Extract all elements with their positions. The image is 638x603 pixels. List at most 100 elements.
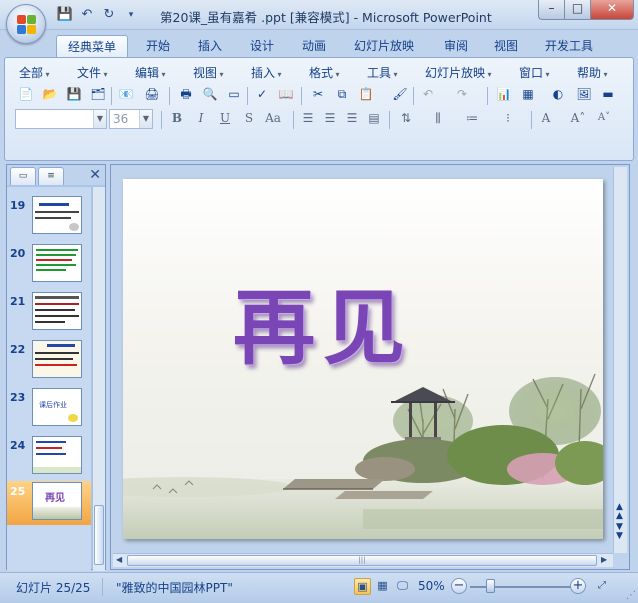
close-button[interactable]: ✕	[590, 0, 634, 20]
save-icon[interactable]: 💾	[65, 85, 83, 103]
print-icon[interactable]: 🖶	[177, 85, 195, 103]
undo-icon[interactable]: ↶	[78, 6, 96, 24]
zoom-level[interactable]: 50%	[418, 579, 445, 593]
outline-tab[interactable]: ≡	[38, 167, 64, 185]
tab-animation[interactable]: 动画	[292, 35, 336, 58]
save-icon[interactable]: 💾	[56, 6, 74, 24]
tab-slideshow[interactable]: 幻灯片放映	[348, 35, 420, 58]
slide-sorter-view-icon[interactable]: ▦	[374, 578, 391, 595]
zoom-slider-thumb[interactable]	[486, 579, 495, 593]
scroll-right-icon[interactable]: ▶	[601, 555, 607, 564]
slide-thumbnail[interactable]: 22	[7, 339, 91, 383]
menu-help[interactable]: 帮助	[577, 64, 608, 81]
align-center-icon[interactable]: ☰	[321, 109, 339, 127]
chart-icon[interactable]: 📊	[495, 85, 513, 103]
editor-vertical-scrollbar[interactable]: ▲ ▲ ▼ ▼	[613, 167, 627, 553]
tab-view[interactable]: 视图	[484, 35, 528, 58]
maximize-button[interactable]: □	[564, 0, 590, 20]
align-left-icon[interactable]: ☰	[299, 109, 317, 127]
prev-slide-icon[interactable]: ▲ ▲	[616, 503, 623, 521]
slide-thumbnail[interactable]: 20	[7, 243, 91, 287]
menu-format[interactable]: 格式	[309, 64, 340, 81]
menu-all[interactable]: 全部	[19, 64, 50, 81]
normal-view-icon[interactable]: ▣	[354, 578, 371, 595]
email-icon[interactable]: 📧	[117, 85, 135, 103]
office-logo-icon	[17, 15, 37, 35]
menu-view[interactable]: 视图	[193, 64, 224, 81]
format-painter-icon[interactable]: 🖌	[391, 85, 409, 103]
undo-icon[interactable]: ↶	[419, 85, 437, 103]
bullets-icon[interactable]: ⁝	[499, 109, 517, 127]
formatting-toolbar: ▼ 36 ▼ B I U S Aa ☰ ☰ ☰ ▤ ⇅ ⫼ ≔ ⁝ A A˄ A…	[5, 109, 633, 131]
slide-thumbnail-active[interactable]: 25 再见	[7, 481, 91, 525]
close-icon[interactable]: ✕	[89, 167, 101, 183]
redo-icon[interactable]: ↷	[453, 85, 471, 103]
font-size-combo[interactable]: 36 ▼	[109, 109, 153, 129]
font-color-icon[interactable]: A	[537, 109, 555, 127]
customize-qat-icon[interactable]: ▾	[122, 6, 140, 24]
menu-window[interactable]: 窗口	[519, 64, 550, 81]
table-icon[interactable]: ▦	[519, 85, 537, 103]
scroll-left-icon[interactable]: ◀	[116, 555, 122, 564]
menu-file[interactable]: 文件	[77, 64, 108, 81]
menu-tools[interactable]: 工具	[367, 64, 398, 81]
shadow-button[interactable]: S	[239, 109, 259, 127]
grow-font-icon[interactable]: A˄	[569, 109, 587, 127]
zoom-out-icon[interactable]: −	[451, 578, 467, 594]
italic-button[interactable]: I	[191, 109, 211, 127]
editor-horizontal-scrollbar[interactable]: ◀ ||| ▶	[113, 553, 613, 567]
slides-tab[interactable]: ▭	[10, 167, 36, 185]
cut-icon[interactable]: ✂	[309, 85, 327, 103]
change-case-button[interactable]: Aa	[261, 109, 285, 127]
zoom-in-icon[interactable]: +	[570, 578, 586, 594]
research-icon[interactable]: 📖	[277, 85, 295, 103]
color-grayscale-icon[interactable]: ◐	[549, 85, 567, 103]
scrollbar-thumb[interactable]: |||	[127, 555, 597, 566]
slide-thumbnail[interactable]: 23 课后作业	[7, 387, 91, 431]
tab-review[interactable]: 审阅	[434, 35, 478, 58]
resize-grip-icon[interactable]: ⋰	[626, 590, 636, 601]
bold-button[interactable]: B	[167, 109, 187, 127]
copy-icon[interactable]: ⧉	[333, 85, 351, 103]
thumbnail-image: 再见	[32, 482, 82, 520]
slideshow-view-icon[interactable]: 🖵	[394, 578, 411, 595]
slide-layout-icon[interactable]: ▭	[225, 85, 243, 103]
menu-slideshow[interactable]: 幻灯片放映	[425, 64, 492, 81]
menu-insert[interactable]: 插入	[251, 64, 282, 81]
justify-icon[interactable]: ▤	[365, 109, 383, 127]
redo-icon[interactable]: ↻	[100, 6, 118, 24]
slide-canvas[interactable]: 再见	[123, 179, 603, 539]
next-slide-icon[interactable]: ▼ ▼	[616, 523, 623, 541]
preview-icon[interactable]: 🔍	[201, 85, 219, 103]
tab-design[interactable]: 设计	[240, 35, 284, 58]
tab-insert[interactable]: 插入	[188, 35, 232, 58]
shrink-font-icon[interactable]: A˅	[595, 109, 613, 127]
spelling-icon[interactable]: ✓	[253, 85, 271, 103]
slide-title[interactable]: 再见	[233, 261, 413, 380]
font-name-combo[interactable]: ▼	[15, 109, 107, 129]
columns-icon[interactable]: ⫼	[429, 109, 447, 127]
paste-icon[interactable]: 📋	[357, 85, 375, 103]
slide-thumbnail[interactable]: 24	[7, 435, 91, 479]
tab-developer[interactable]: 开发工具	[538, 35, 600, 58]
align-right-icon[interactable]: ☰	[343, 109, 361, 127]
office-button[interactable]	[6, 4, 46, 44]
slide-thumbnail[interactable]: 19	[7, 195, 91, 239]
slide-thumbnail[interactable]: 21	[7, 291, 91, 335]
open-folder-icon[interactable]: 📂	[41, 85, 59, 103]
text-direction-icon[interactable]: ⇅	[397, 109, 415, 127]
underline-button[interactable]: U	[215, 109, 235, 127]
numbering-icon[interactable]: ≔	[463, 109, 481, 127]
fit-to-window-icon[interactable]: ⤢	[594, 578, 610, 594]
permission-icon[interactable]: 🗂	[89, 85, 107, 103]
picture-icon[interactable]: 🖼	[575, 85, 593, 103]
tab-home[interactable]: 开始	[136, 35, 180, 58]
new-file-icon[interactable]: 📄	[17, 85, 35, 103]
tab-classic-menu[interactable]: 经典菜单	[56, 35, 128, 58]
thumbnail-scrollbar[interactable]	[92, 187, 105, 571]
print-preview-icon[interactable]: 🖨	[143, 85, 161, 103]
menu-edit[interactable]: 编辑	[135, 64, 166, 81]
scrollbar-thumb[interactable]	[94, 505, 104, 565]
background-icon[interactable]: ▬	[599, 85, 617, 103]
minimize-button[interactable]: –	[538, 0, 564, 20]
